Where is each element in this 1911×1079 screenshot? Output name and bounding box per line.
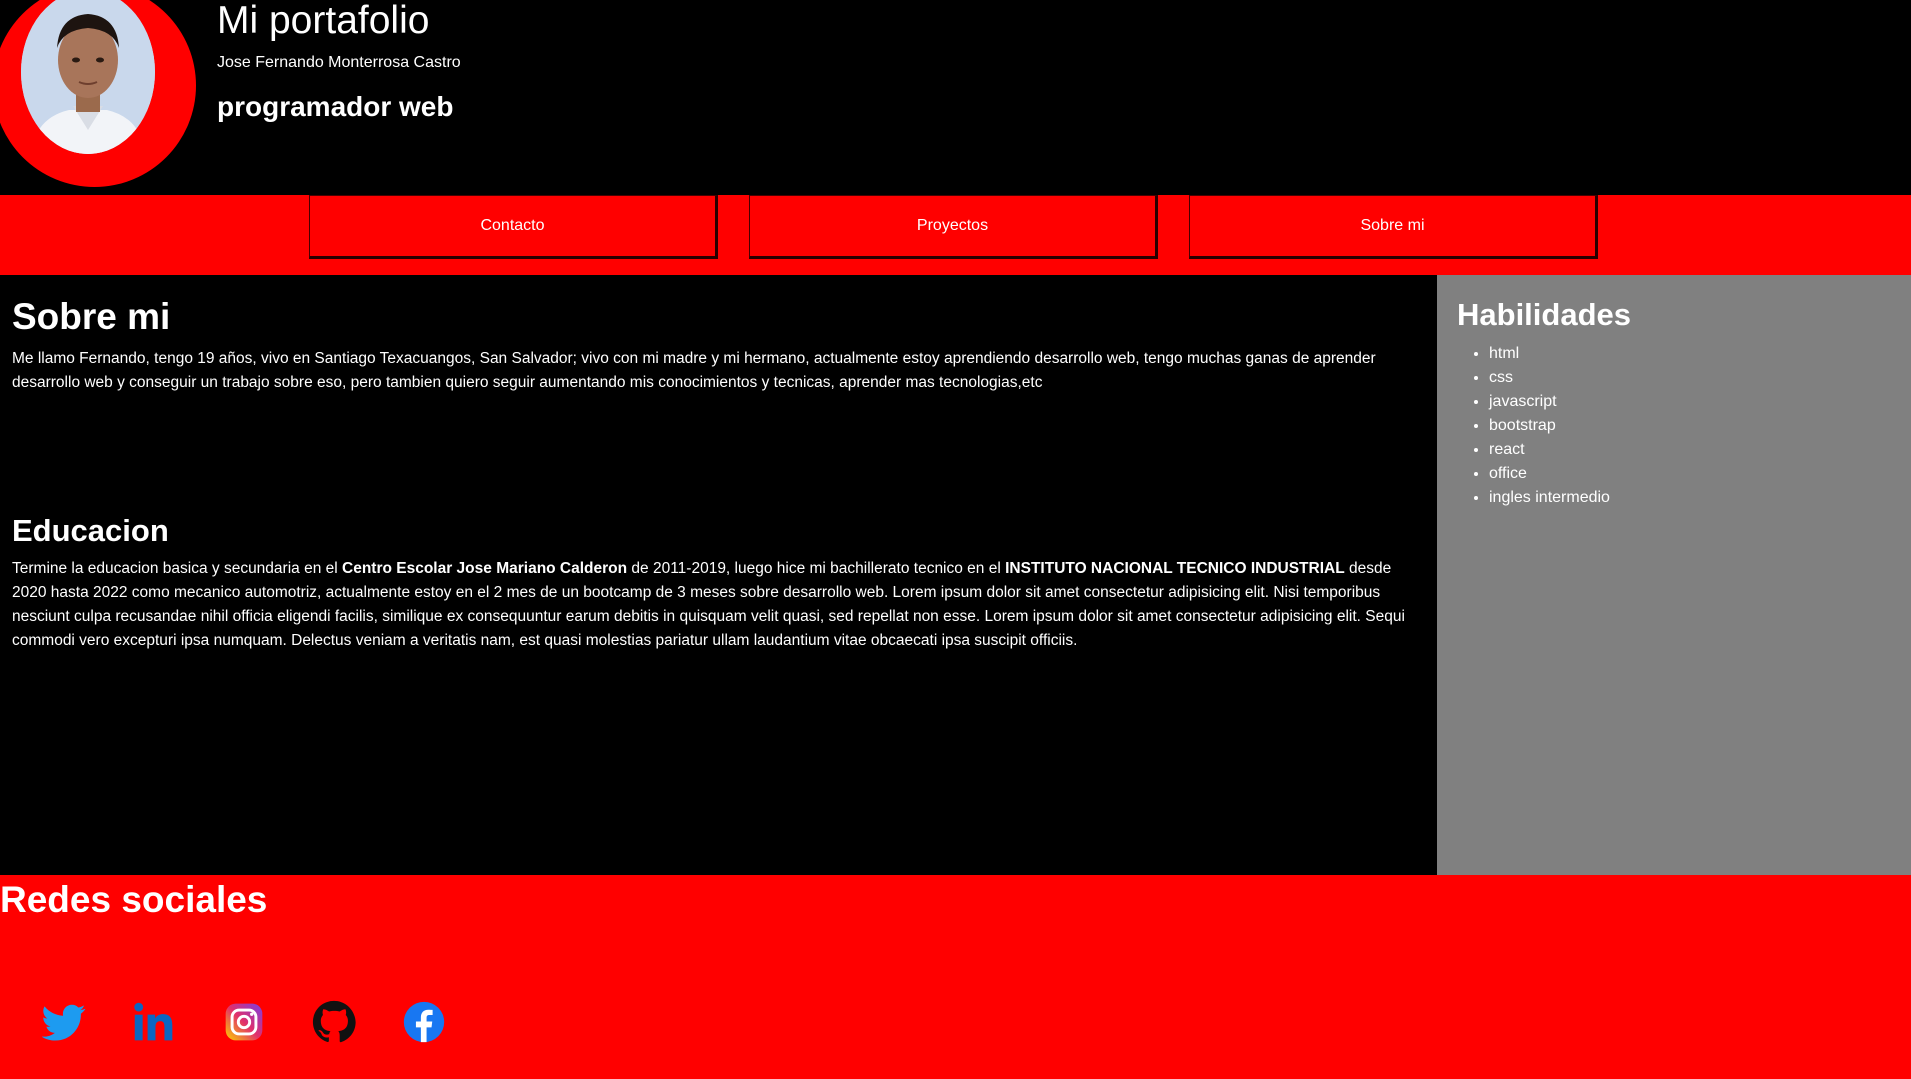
instagram-icon[interactable] bbox=[222, 1000, 266, 1044]
nav-contacto-button[interactable]: Contacto bbox=[309, 195, 718, 259]
skill-item: react bbox=[1489, 438, 1610, 462]
twitter-icon[interactable] bbox=[42, 1000, 86, 1044]
avatar-frame bbox=[0, 0, 196, 187]
page-title: Mi portafolio bbox=[217, 0, 430, 42]
social-heading: Redes sociales bbox=[0, 879, 268, 920]
education-text-part: Termine la educacion basica y secundaria… bbox=[12, 560, 342, 577]
skill-item: bootstrap bbox=[1489, 414, 1610, 438]
avatar bbox=[21, 0, 155, 154]
profile-photo bbox=[21, 0, 155, 154]
skill-item: javascript bbox=[1489, 390, 1610, 414]
education-text: Termine la educacion basica y secundaria… bbox=[12, 557, 1427, 653]
nav-sobre-mi-button[interactable]: Sobre mi bbox=[1189, 195, 1598, 259]
nav-bar: Contacto Proyectos Sobre mi bbox=[0, 195, 1911, 275]
about-text: Me llamo Fernando, tengo 19 años, vivo e… bbox=[12, 350, 1376, 391]
skill-item: html bbox=[1489, 342, 1610, 366]
skills-heading: Habilidades bbox=[1457, 297, 1631, 332]
nav-proyectos-button[interactable]: Proyectos bbox=[749, 195, 1158, 259]
skill-item: ingles intermedio bbox=[1489, 486, 1610, 510]
education-text-part: de 2011-2019, luego hice mi bachillerato… bbox=[627, 560, 1006, 577]
skill-item: office bbox=[1489, 462, 1610, 486]
linkedin-icon[interactable] bbox=[132, 1000, 176, 1044]
skill-item: css bbox=[1489, 366, 1610, 390]
github-icon[interactable] bbox=[312, 1000, 356, 1044]
facebook-icon[interactable] bbox=[402, 1000, 446, 1044]
footer: Redes sociales bbox=[0, 875, 1911, 1079]
header: Mi portafolio Jose Fernando Monterrosa C… bbox=[0, 0, 1911, 195]
author-name: Jose Fernando Monterrosa Castro bbox=[217, 54, 461, 71]
main-content: Sobre mi Me llamo Fernando, tengo 19 año… bbox=[0, 275, 1437, 875]
skills-list: html css javascript bootstrap react offi… bbox=[1457, 342, 1610, 510]
institute-name: INSTITUTO NACIONAL TECNICO INDUSTRIAL bbox=[1005, 560, 1345, 577]
about-heading: Sobre mi bbox=[12, 296, 171, 337]
school-name: Centro Escolar Jose Mariano Calderon bbox=[342, 560, 628, 577]
author-role: programador web bbox=[217, 91, 454, 122]
education-heading: Educacion bbox=[12, 513, 169, 548]
skills-sidebar: Habilidades html css javascript bootstra… bbox=[1437, 275, 1911, 875]
